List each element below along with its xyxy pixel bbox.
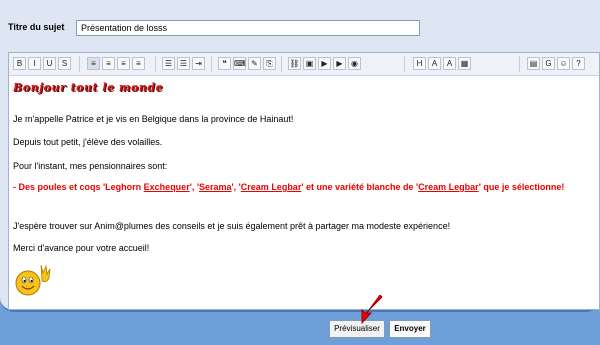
bold-button[interactable]: B	[13, 57, 26, 70]
toolbar-separator	[211, 56, 212, 72]
font-size-button[interactable]: H	[413, 57, 426, 70]
paragraph-poultry: Depuis tout petit, j'élève des volailles…	[13, 137, 163, 147]
bulleted-list-button[interactable]: ☰	[162, 57, 175, 70]
help-button[interactable]: ?	[572, 57, 585, 70]
post-form-panel: Titre du sujet BIUS≡≡≡≡☰☰⇥❝⌨✎⎘⛓▣▶▶◉HAA▦▤…	[0, 0, 600, 312]
spoiler-button[interactable]: ✎	[248, 57, 261, 70]
font-color-button[interactable]: A	[443, 57, 456, 70]
flash-button[interactable]: ◉	[348, 57, 361, 70]
red-pointer-arrow-icon	[361, 295, 383, 325]
smiley-button[interactable]: ☺	[557, 57, 570, 70]
table-button[interactable]: ▦	[458, 57, 471, 70]
italic-button[interactable]: I	[28, 57, 41, 70]
google-button[interactable]: G	[542, 57, 555, 70]
toolbar-separator	[404, 56, 405, 72]
youtube-button[interactable]: ▶	[333, 57, 346, 70]
underline-button[interactable]: U	[43, 57, 56, 70]
hide-button[interactable]: ⎘	[263, 57, 276, 70]
indent-button[interactable]: ⇥	[192, 57, 205, 70]
greeting-image-text: Bonjour tout le monde	[13, 81, 164, 94]
date-button[interactable]: ▤	[527, 57, 540, 70]
paragraph-residents: Pour l'instant, mes pensionnaires sont:	[13, 161, 168, 171]
toolbar-separator	[281, 56, 282, 72]
quote-button[interactable]: ❝	[218, 57, 231, 70]
strikethrough-button[interactable]: S	[58, 57, 71, 70]
paragraph-hope: J'espère trouver sur Anim@plumes des con…	[13, 221, 451, 231]
image-button[interactable]: ▣	[303, 57, 316, 70]
paragraph-breeds: - Des poules et coqs 'Leghorn Exchequer'…	[13, 182, 565, 192]
code-button[interactable]: ⌨	[233, 57, 246, 70]
paragraph-thanks: Merci d'avance pour votre accueil!	[13, 243, 150, 253]
justify-button[interactable]: ≡	[132, 57, 145, 70]
align-center-button[interactable]: ≡	[102, 57, 115, 70]
editor-toolbar: B I U S ≡ ≡ ≡ ≡ ☰ ☰ ⇥ ❝ ⌨ ✎ ⎘ ⛓ ▣ ▶ ▶ ◉ H A A ▦ ▤ G ☺?	[9, 53, 599, 76]
font-family-button[interactable]: A	[428, 57, 441, 70]
message-editor[interactable]: B I U S ≡ ≡ ≡ ≡ ☰ ☰ ⇥ ❝ ⌨ ✎ ⎘ ⛓ ▣ ▶ ▶ ◉ H A A ▦ ▤ G ☺? Bonjour tou…	[8, 52, 600, 310]
align-right-button[interactable]: ≡	[117, 57, 130, 70]
align-left-button[interactable]: ≡	[87, 57, 100, 70]
subject-input[interactable]	[76, 20, 420, 36]
numbered-list-button[interactable]: ☰	[177, 57, 190, 70]
send-button[interactable]: Envoyer	[389, 320, 431, 338]
toolbar-separator	[79, 56, 80, 72]
waving-smiley-icon	[15, 264, 51, 296]
link-button[interactable]: ⛓	[288, 57, 301, 70]
paragraph-intro: Je m'appelle Patrice et je vis en Belgiq…	[13, 114, 294, 124]
toolbar-separator	[519, 56, 520, 72]
toolbar-separator	[155, 56, 156, 72]
subject-label: Titre du sujet	[8, 22, 65, 32]
video-button[interactable]: ▶	[318, 57, 331, 70]
